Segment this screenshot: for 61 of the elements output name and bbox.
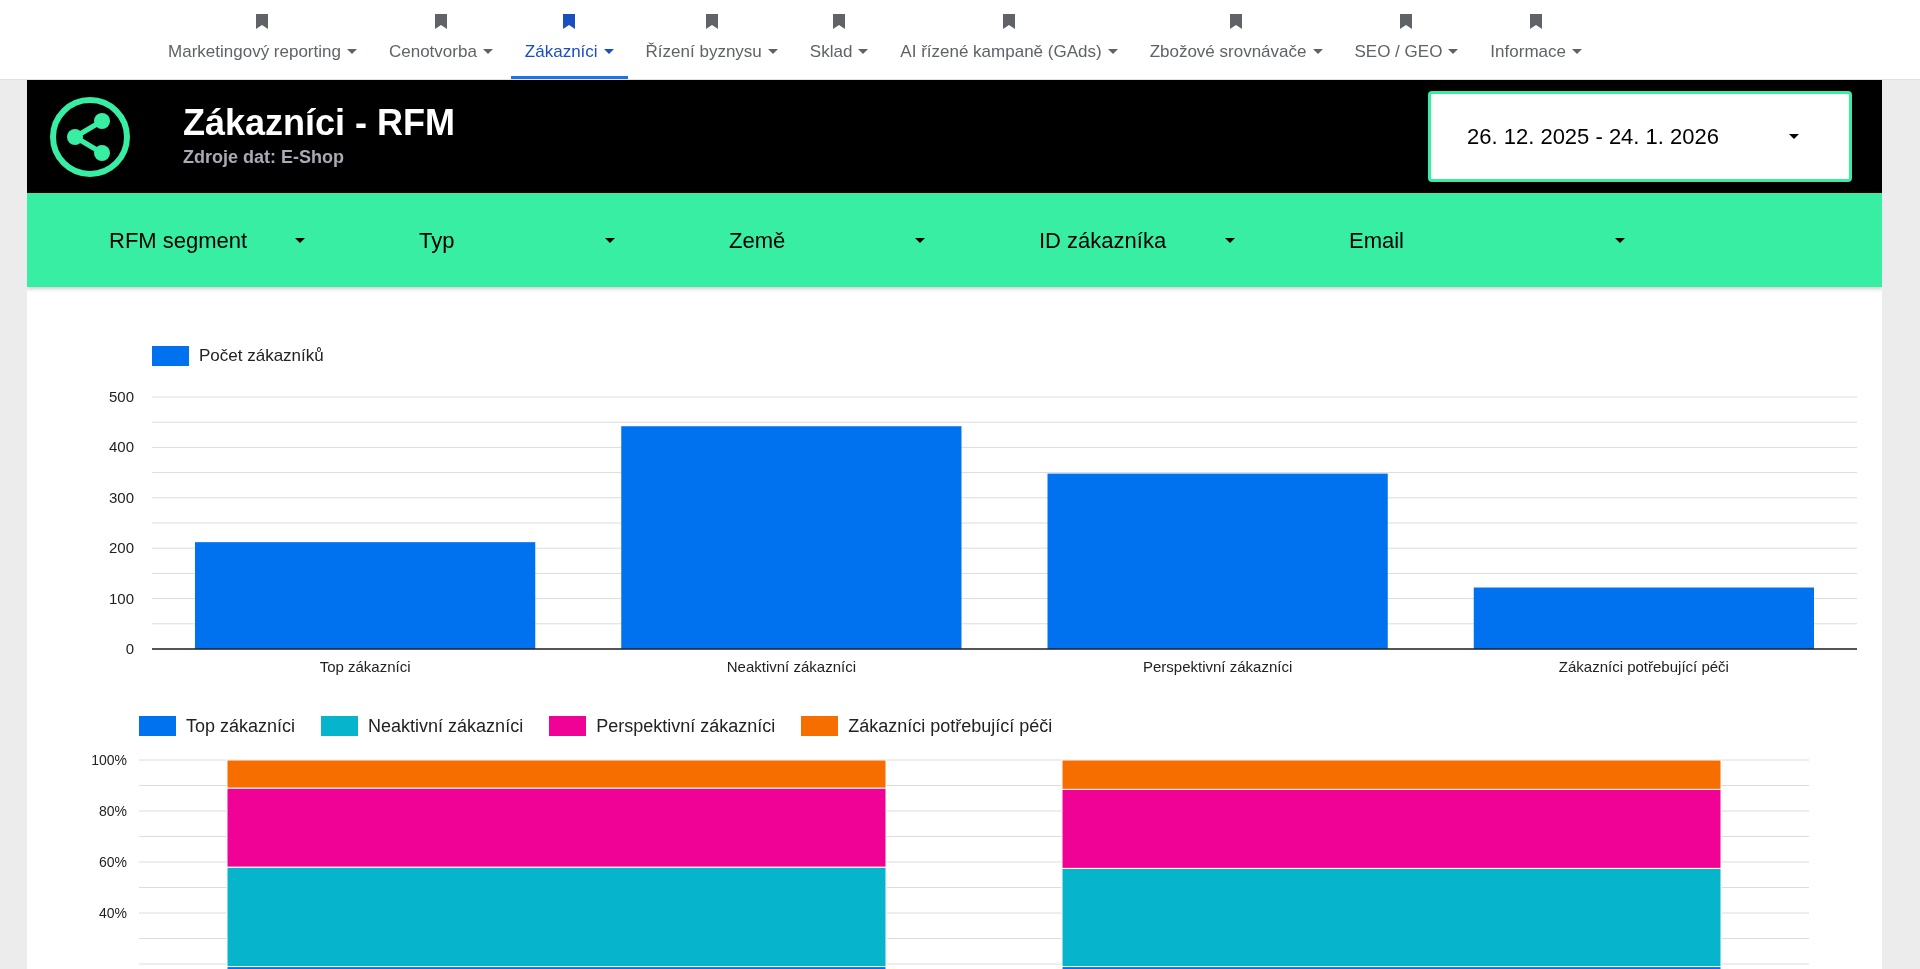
bookmark-icon xyxy=(1530,13,1543,29)
caret-icon xyxy=(603,49,614,54)
caret-icon xyxy=(295,237,305,243)
y-axis-label: 100 xyxy=(108,589,134,607)
page-title: Zákazníci - RFM xyxy=(183,102,456,144)
y-axis-label: 200 xyxy=(108,538,134,556)
caret-icon xyxy=(482,49,493,54)
bookmark-icon xyxy=(1400,13,1413,29)
caret-icon xyxy=(1448,49,1459,54)
nav-tab[interactable]: Marketingový reporting xyxy=(154,0,371,79)
caret-icon xyxy=(1789,134,1799,139)
x-axis-label: Zákazníci potřebující péči xyxy=(1558,657,1729,675)
nav-tab[interactable]: Informace xyxy=(1476,0,1596,79)
legend-label: Top zákazníci xyxy=(186,714,296,738)
date-range-picker[interactable]: 26. 12. 2025 - 24. 1. 2026 xyxy=(1428,91,1852,182)
y-axis-label: 500 xyxy=(108,387,134,405)
bookmark-icon xyxy=(833,13,846,29)
bookmark-icon xyxy=(1003,13,1015,29)
legend-label: Perspektivní zákazníci xyxy=(596,714,776,738)
bookmark-icon xyxy=(563,13,576,29)
nav-tab[interactable]: SEO / GEO xyxy=(1340,0,1473,79)
nav-tab[interactable]: Řízení byznysu xyxy=(631,0,792,79)
caret-icon xyxy=(858,49,869,54)
y-axis-label: 100% xyxy=(91,751,127,768)
x-axis-label: Top zákazníci xyxy=(319,657,411,675)
legend-label: Zákazníci potřebující péči xyxy=(848,714,1053,738)
bookmark-icon xyxy=(705,13,718,29)
y-axis-label: 40% xyxy=(98,904,127,921)
data-source-subtitle: Zdroje dat: E-Shop xyxy=(183,146,345,169)
x-axis-label: Perspektivní zákazníci xyxy=(1143,657,1293,675)
bookmark-icon xyxy=(434,13,447,29)
y-axis-label: 80% xyxy=(98,802,127,819)
y-axis-label: 300 xyxy=(108,488,134,506)
y-axis-label: 0 xyxy=(125,639,134,657)
caret-icon xyxy=(1615,237,1625,243)
caret-icon xyxy=(1312,49,1323,54)
nav-tab[interactable]: AI řízené kampaně (GAds) xyxy=(886,0,1132,79)
caret-icon xyxy=(915,237,925,243)
bookmark-icon xyxy=(256,13,269,29)
caret-icon xyxy=(346,49,357,54)
y-axis-label: 400 xyxy=(108,437,134,455)
caret-icon xyxy=(767,49,778,54)
x-axis-label: Neaktivní zákazníci xyxy=(726,657,856,675)
y-axis-label: 60% xyxy=(98,853,127,870)
caret-icon xyxy=(1225,237,1235,243)
legend-label: Počet zákazníků xyxy=(199,345,324,367)
caret-icon xyxy=(1571,49,1582,54)
bookmark-icon xyxy=(1230,13,1243,29)
filter-dropdown[interactable]: Email xyxy=(1322,215,1652,265)
legend-label: Neaktivní zákazníci xyxy=(368,714,524,738)
caret-icon xyxy=(605,237,615,243)
nav-tab[interactable]: Cenotvorba xyxy=(374,0,507,79)
nav-tab[interactable]: Sklad xyxy=(795,0,883,79)
filter-dropdown[interactable]: RFM segment xyxy=(82,215,332,265)
legend-swatch xyxy=(152,345,189,366)
share-logo-icon xyxy=(49,95,131,178)
filter-dropdown[interactable]: Země xyxy=(702,215,952,265)
filter-dropdown[interactable]: Typ xyxy=(392,215,642,265)
nav-tab[interactable]: Zbožové srovnávače xyxy=(1135,0,1337,79)
filter-dropdown[interactable]: ID zákazníka xyxy=(1012,215,1262,265)
caret-icon xyxy=(1107,49,1118,54)
